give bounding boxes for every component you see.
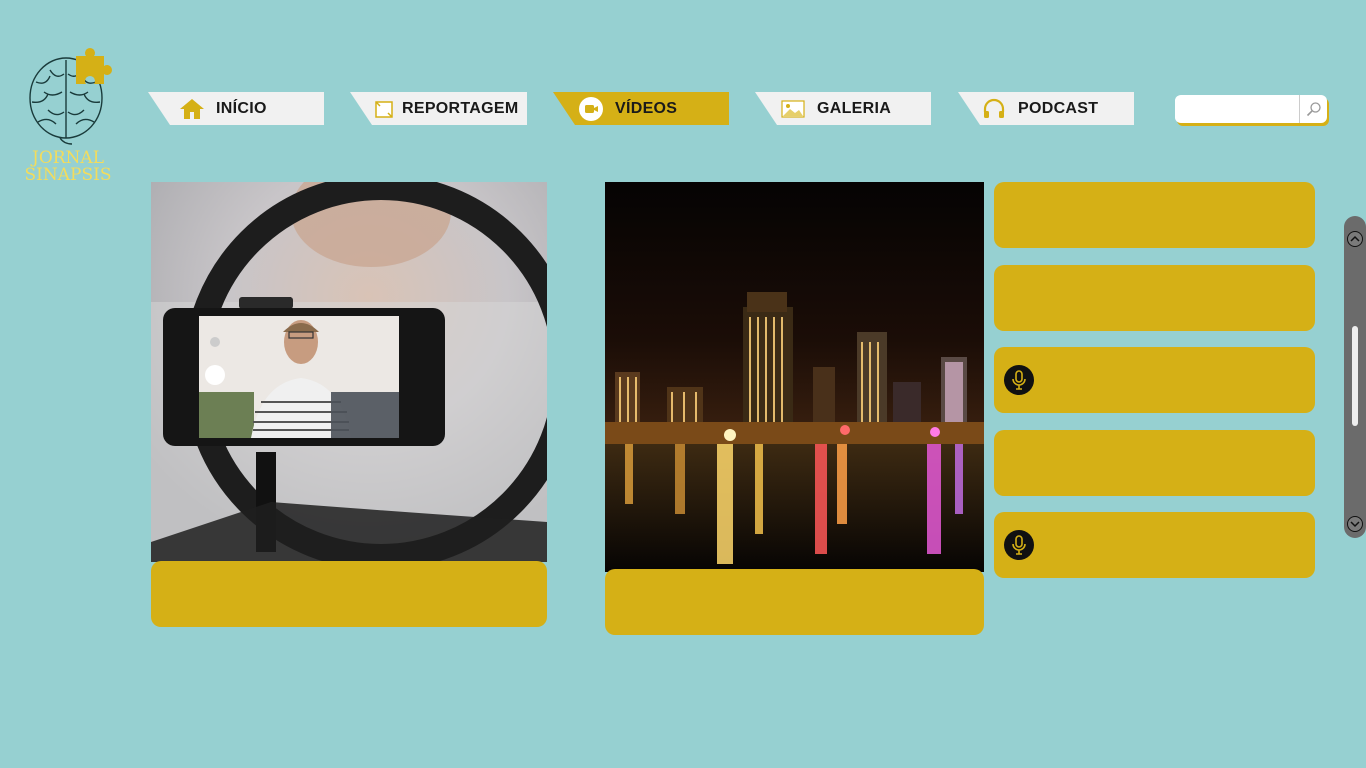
chevron-down-icon bbox=[1350, 521, 1360, 528]
ring-light-phone-photo bbox=[151, 182, 547, 562]
tab-label: VÍDEOS bbox=[615, 99, 678, 117]
scroll-down-button[interactable] bbox=[1347, 516, 1363, 532]
brain-puzzle-icon bbox=[29, 48, 112, 145]
tab-label: PODCAST bbox=[1018, 99, 1099, 117]
tab-label: GALERIA bbox=[817, 99, 892, 117]
list-scrollbar[interactable] bbox=[1344, 216, 1366, 538]
search-box bbox=[1175, 95, 1327, 123]
tab-podcast[interactable]: PODCAST bbox=[958, 92, 1134, 125]
night-city-skyline-photo bbox=[605, 182, 984, 572]
video-card-caption bbox=[151, 561, 547, 627]
list-item[interactable] bbox=[994, 430, 1315, 496]
tab-reportagem[interactable]: REPORTAGEM bbox=[350, 92, 527, 125]
list-item-podcast[interactable] bbox=[994, 347, 1315, 413]
tab-label: REPORTAGEM bbox=[402, 99, 519, 117]
logo-text: JORNAL SINAPSIS bbox=[20, 150, 116, 184]
tab-inicio[interactable]: INÍCIO bbox=[148, 92, 324, 125]
logo[interactable]: JORNAL SINAPSIS bbox=[20, 46, 116, 191]
report-icon bbox=[370, 95, 398, 123]
home-icon bbox=[178, 95, 206, 123]
headphones-icon bbox=[980, 95, 1008, 123]
search-input[interactable] bbox=[1175, 96, 1299, 122]
microphone-icon bbox=[1004, 365, 1034, 395]
video-card-caption bbox=[605, 569, 984, 635]
tab-galeria[interactable]: GALERIA bbox=[755, 92, 931, 125]
search-button[interactable] bbox=[1299, 95, 1327, 123]
scroll-thumb[interactable] bbox=[1352, 326, 1358, 426]
logo-line-2: SINAPSIS bbox=[24, 165, 112, 185]
search-icon bbox=[1306, 102, 1321, 117]
video-card-1[interactable] bbox=[151, 182, 547, 627]
list-item[interactable] bbox=[994, 182, 1315, 248]
list-item-podcast[interactable] bbox=[994, 512, 1315, 578]
video-camera-icon bbox=[577, 95, 605, 123]
tab-videos[interactable]: VÍDEOS bbox=[553, 92, 729, 125]
tab-label: INÍCIO bbox=[216, 99, 267, 117]
list-item[interactable] bbox=[994, 265, 1315, 331]
video-card-2[interactable] bbox=[605, 182, 984, 635]
chevron-up-icon bbox=[1350, 235, 1360, 242]
scroll-up-button[interactable] bbox=[1347, 231, 1363, 247]
image-icon bbox=[779, 95, 807, 123]
microphone-icon bbox=[1004, 530, 1034, 560]
